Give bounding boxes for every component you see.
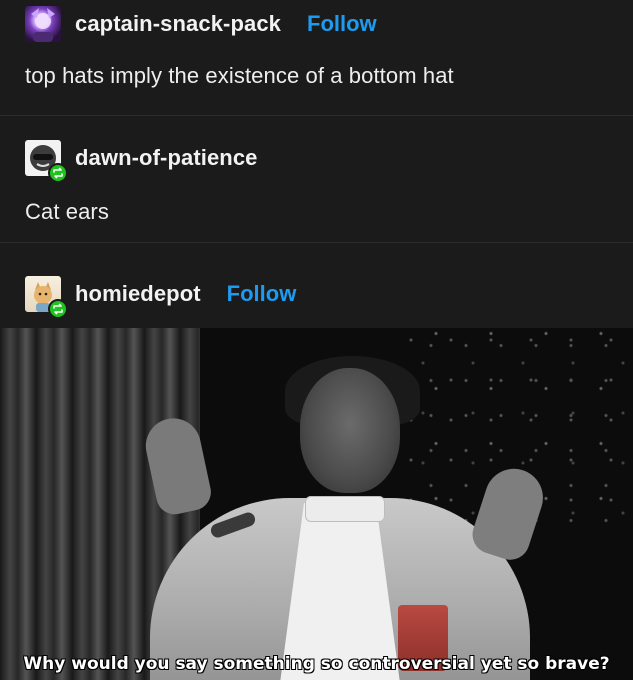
post-dawn-of-patience: dawn-of-patience Cat ears — [0, 116, 633, 243]
follow-button[interactable]: Follow — [227, 281, 297, 307]
bowtie — [305, 496, 385, 522]
anime-avatar-icon — [25, 6, 61, 42]
reblog-icon — [48, 163, 68, 183]
post-gif-image[interactable]: Why would you say something so controver… — [0, 328, 633, 680]
post-text: Cat ears — [25, 199, 109, 224]
gif-caption: Why would you say something so controver… — [23, 654, 610, 674]
avatar[interactable] — [25, 276, 68, 319]
post-header: captain-snack-pack Follow — [25, 5, 377, 43]
username[interactable]: dawn-of-patience — [75, 145, 258, 171]
username[interactable]: captain-snack-pack — [75, 11, 281, 37]
follow-button[interactable]: Follow — [307, 11, 377, 37]
post-text: top hats imply the existence of a bottom… — [25, 63, 454, 88]
avatar[interactable] — [25, 140, 68, 183]
post-captain-snack-pack: captain-snack-pack Follow top hats imply… — [0, 0, 633, 116]
username[interactable]: homiedepot — [75, 281, 201, 307]
post-header: homiedepot Follow — [25, 276, 297, 319]
reblog-icon — [48, 299, 68, 319]
post-header: dawn-of-patience — [25, 140, 258, 183]
avatar[interactable] — [25, 6, 61, 42]
face — [300, 368, 400, 493]
